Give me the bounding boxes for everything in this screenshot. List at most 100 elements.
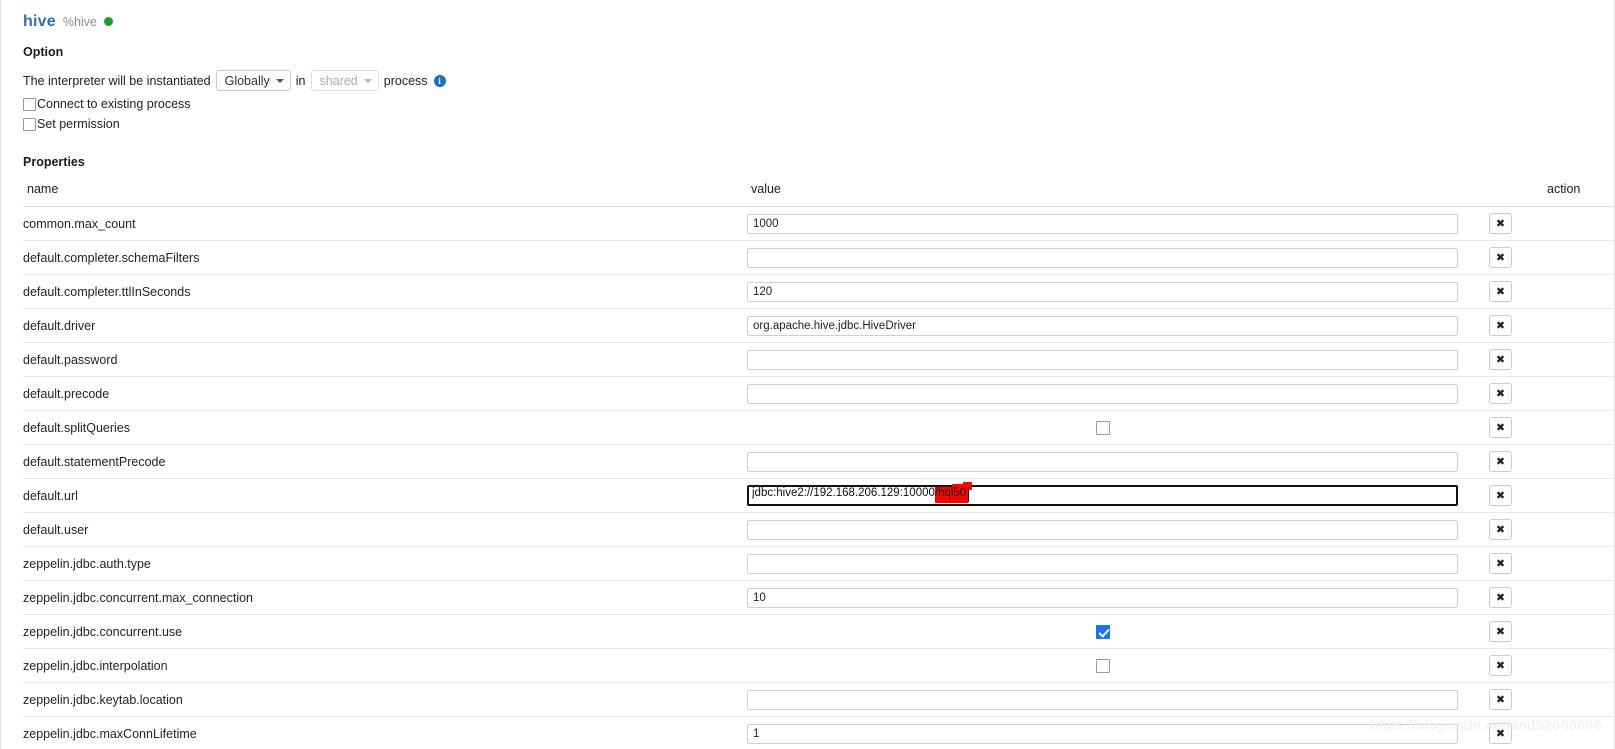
property-name-cell: default.precode — [23, 376, 747, 411]
property-name-cell: default.url — [23, 478, 747, 513]
property-value-cell — [747, 580, 1489, 615]
table-row: zeppelin.jdbc.concurrent.use ✖ — [23, 614, 1614, 649]
remove-property-button[interactable]: ✖ — [1489, 417, 1512, 438]
interpreter-magic: %hive — [62, 14, 97, 29]
interpreter-settings-page: hive %hive Option The interpreter will b… — [0, 0, 1615, 749]
instantiation-suffix-label: process — [383, 73, 428, 88]
process-mode-select[interactable]: shared — [310, 70, 379, 91]
property-name-cell: default.completer.schemaFilters — [23, 240, 747, 275]
column-header-action: action — [1489, 176, 1614, 207]
property-value-input[interactable] — [747, 247, 1458, 268]
interpreter-header: hive %hive — [23, 0, 1592, 30]
instantiation-prefix-label: The interpreter will be instantiated — [23, 73, 211, 88]
property-value-checkbox[interactable] — [1095, 658, 1110, 673]
remove-property-button[interactable]: ✖ — [1489, 621, 1512, 642]
table-row: default.url jdbc:hive2://192.168.206.129:… — [23, 478, 1614, 513]
property-value-cell: jdbc:hive2://192.168.206.129:10000/hql50 — [747, 478, 1489, 513]
property-value-cell — [747, 376, 1489, 411]
property-checkbox-wrapper — [747, 624, 1458, 639]
table-row: default.completer.schemaFilters ✖ — [23, 240, 1614, 275]
process-mode-value: shared — [319, 73, 358, 88]
property-value-input[interactable] — [747, 587, 1458, 608]
property-value-cell — [747, 512, 1489, 547]
property-value-cell — [747, 682, 1489, 717]
property-value-input[interactable] — [747, 689, 1458, 710]
watermark: https://blog.csdn.net/and52606686 — [1370, 717, 1602, 733]
table-row: default.precode ✖ — [23, 376, 1614, 411]
remove-property-button[interactable]: ✖ — [1489, 213, 1512, 234]
instantiation-middle-label: in — [295, 73, 306, 88]
property-action-cell: ✖ — [1489, 410, 1614, 445]
remove-property-button[interactable]: ✖ — [1489, 689, 1512, 710]
connect-existing-process-row[interactable]: Connect to existing process — [23, 97, 1592, 111]
property-name-cell: zeppelin.jdbc.auth.type — [23, 546, 747, 581]
remove-property-button[interactable]: ✖ — [1489, 315, 1512, 336]
property-value-input[interactable] — [747, 519, 1458, 540]
set-permission-row[interactable]: Set permission — [23, 117, 1592, 131]
property-action-cell: ✖ — [1489, 274, 1614, 309]
property-value-cell — [747, 444, 1489, 479]
property-value-cell — [747, 274, 1489, 309]
remove-property-button[interactable]: ✖ — [1489, 247, 1512, 268]
property-checkbox-wrapper — [747, 420, 1458, 435]
remove-property-button[interactable]: ✖ — [1489, 587, 1512, 608]
interpreter-scope-select[interactable]: Globally — [215, 70, 291, 91]
set-permission-checkbox[interactable] — [23, 117, 36, 131]
property-value-input[interactable] — [747, 553, 1458, 574]
property-name-cell: zeppelin.jdbc.maxConnLifetime — [23, 716, 747, 749]
option-section-title: Option — [23, 45, 64, 59]
property-name-cell: default.statementPrecode — [23, 444, 747, 479]
property-value-input[interactable] — [747, 281, 1458, 302]
remove-property-button[interactable]: ✖ — [1489, 519, 1512, 540]
property-action-cell: ✖ — [1489, 546, 1614, 581]
property-action-cell: ✖ — [1489, 648, 1614, 683]
property-action-cell: ✖ — [1489, 444, 1614, 479]
property-name-cell: common.max_count — [23, 206, 747, 241]
property-value-cell — [747, 240, 1489, 275]
property-value-checkbox[interactable] — [1095, 420, 1110, 435]
remove-property-button[interactable]: ✖ — [1489, 655, 1512, 676]
property-value-checkbox[interactable] — [1095, 624, 1110, 639]
remove-property-button[interactable]: ✖ — [1489, 485, 1512, 506]
table-row: default.splitQueries ✖ — [23, 410, 1614, 445]
remove-property-button[interactable]: ✖ — [1489, 349, 1512, 370]
property-value-input[interactable] — [747, 383, 1458, 404]
table-row: default.completer.ttlInSeconds ✖ — [23, 274, 1614, 309]
property-action-cell: ✖ — [1489, 342, 1614, 377]
property-name-cell: default.completer.ttlInSeconds — [23, 274, 747, 309]
remove-property-button[interactable]: ✖ — [1489, 553, 1512, 574]
interpreter-name: hive — [23, 12, 56, 30]
properties-table: name value action common.max_count✖defau… — [23, 176, 1614, 749]
property-value-cell — [747, 410, 1489, 445]
property-value-input[interactable] — [747, 315, 1458, 336]
properties-section-title: Properties — [23, 155, 85, 169]
table-row: default.driver ✖ — [23, 308, 1614, 343]
property-value-input[interactable] — [747, 485, 1458, 506]
info-icon[interactable]: i — [433, 74, 446, 87]
property-name-cell: default.password — [23, 342, 747, 377]
table-row: default.password ✖ — [23, 342, 1614, 377]
chevron-down-icon — [275, 78, 284, 83]
property-name-cell: zeppelin.jdbc.keytab.location — [23, 682, 747, 717]
set-permission-label: Set permission — [37, 117, 120, 131]
property-value-input[interactable] — [747, 723, 1458, 744]
remove-property-button[interactable]: ✖ — [1489, 383, 1512, 404]
remove-property-button[interactable]: ✖ — [1489, 451, 1512, 472]
remove-property-button[interactable]: ✖ — [1489, 281, 1512, 302]
connect-existing-process-label: Connect to existing process — [37, 97, 191, 111]
property-name-cell: default.splitQueries — [23, 410, 747, 445]
property-action-cell: ✖ — [1489, 512, 1614, 547]
column-header-name: name — [23, 176, 747, 207]
focused-url-input-wrapper: jdbc:hive2://192.168.206.129:10000/hql50 — [747, 482, 1458, 506]
property-value-input[interactable] — [747, 213, 1458, 234]
property-checkbox-wrapper — [747, 658, 1458, 673]
connect-existing-process-checkbox[interactable] — [23, 97, 36, 111]
property-value-input[interactable] — [747, 349, 1458, 370]
property-value-input[interactable] — [747, 451, 1458, 472]
property-action-cell: ✖ — [1489, 240, 1614, 275]
properties-table-body: common.max_count✖default.completer.schem… — [23, 206, 1614, 749]
table-row: default.statementPrecode ✖ — [23, 444, 1614, 479]
property-action-cell: ✖ — [1489, 682, 1614, 717]
chevron-down-icon — [363, 78, 372, 83]
table-row: zeppelin.jdbc.concurrent.max_connection ✖ — [23, 580, 1614, 615]
